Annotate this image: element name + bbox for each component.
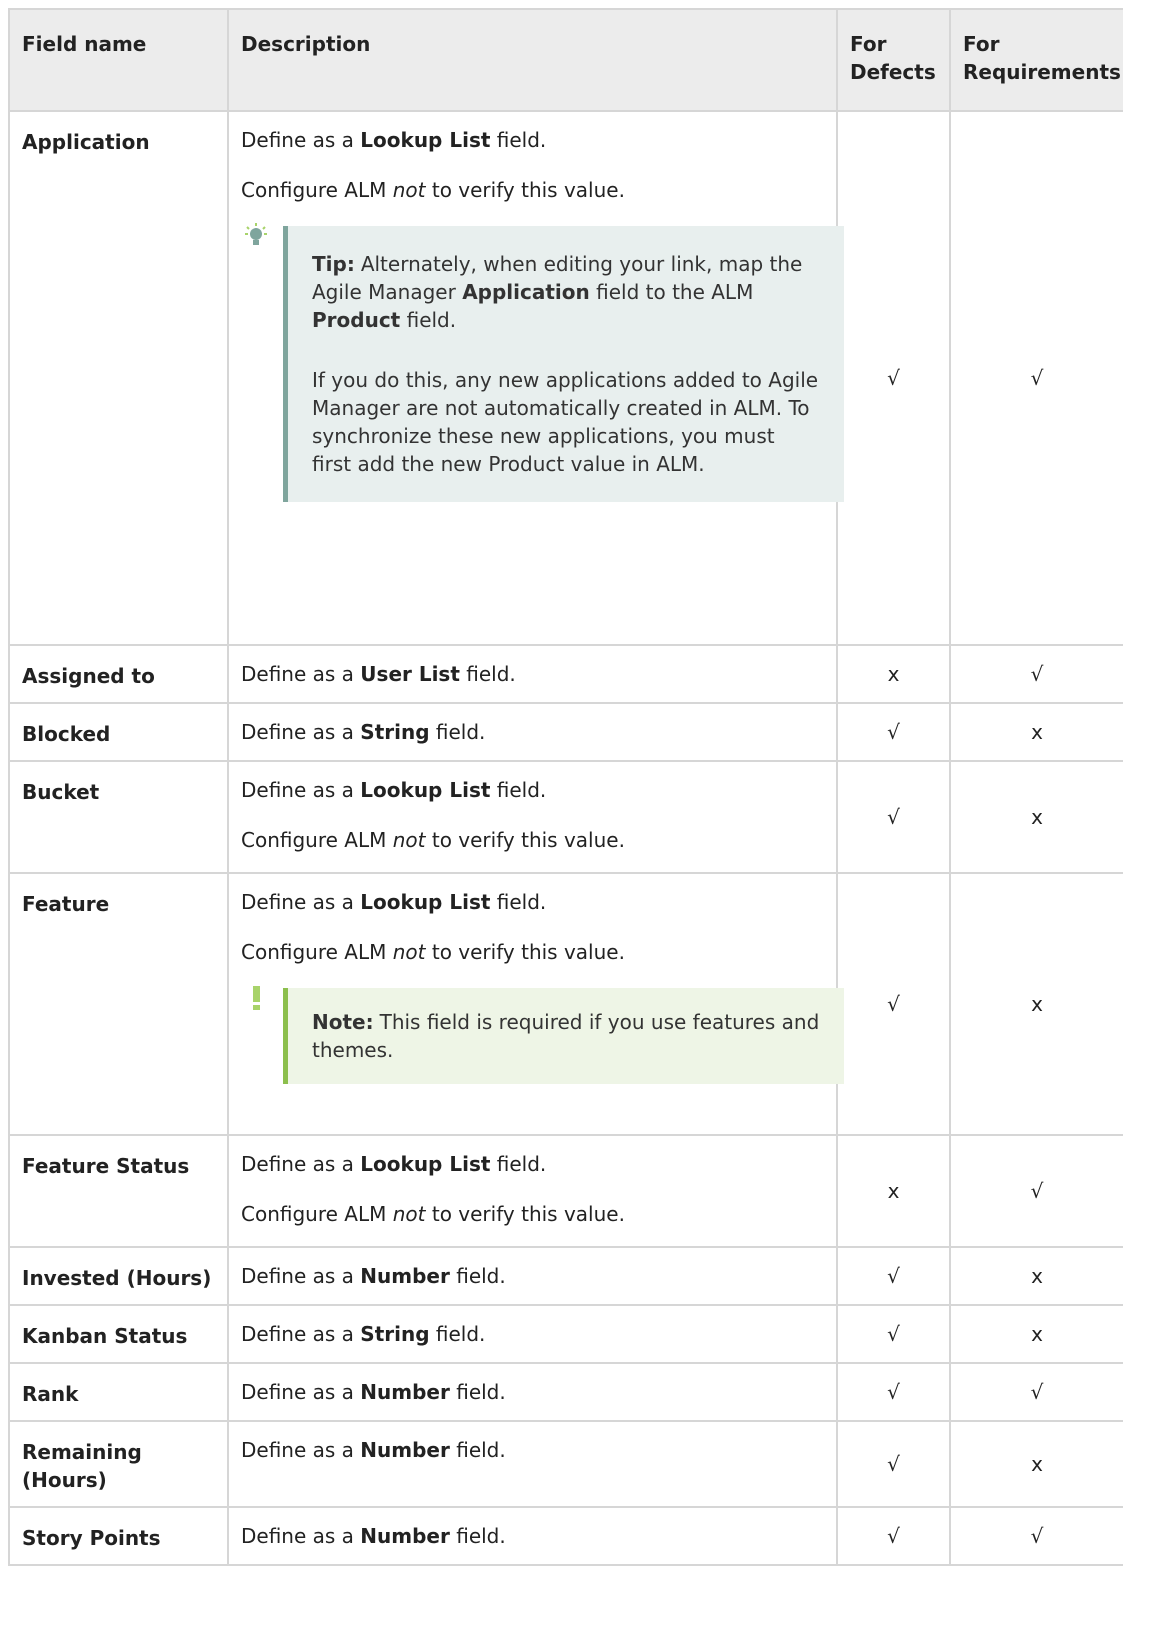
requirements-mark: x [949, 872, 1123, 1136]
note-callout: Note: This field is required if you use f… [253, 986, 844, 1084]
description-line: Define as a Lookup List field. [241, 890, 547, 914]
description-line: Configure ALM not to verify this value. [241, 828, 625, 852]
requirements-mark: √ [949, 110, 1123, 646]
header-for-defects: For Defects [836, 8, 951, 112]
exclamation-icon [253, 986, 260, 1010]
requirements-mark: √ [949, 1362, 1123, 1422]
requirements-mark: x [949, 1304, 1123, 1364]
field-name-cell: Rank [8, 1362, 229, 1422]
defects-mark: √ [836, 872, 951, 1136]
description-line: Configure ALM not to verify this value. [241, 940, 625, 964]
defects-mark: √ [836, 702, 951, 762]
field-mapping-table-container: Field name Description For Defects For R… [8, 8, 1123, 1566]
table-row: Rank Define as a Number field. √ √ [8, 1362, 1123, 1422]
description-cell: Define as a String field. [227, 702, 838, 762]
defects-mark: √ [836, 1420, 951, 1508]
description-cell: Define as a Number field. [227, 1420, 838, 1508]
lightbulb-icon [245, 223, 267, 245]
field-name-cell: Remaining (Hours) [8, 1420, 229, 1508]
requirements-mark: √ [949, 644, 1123, 704]
description-line: Define as a Number field. [241, 1438, 506, 1462]
description-line: Define as a String field. [241, 1322, 486, 1346]
field-name-cell: Feature [8, 872, 229, 1136]
description-line: Define as a User List field. [241, 662, 516, 686]
field-mapping-table: Field name Description For Defects For R… [8, 8, 1123, 1566]
table-row: Assigned to Define as a User List field.… [8, 644, 1123, 704]
table-row: Blocked Define as a String field. √ x [8, 702, 1123, 762]
description-line: Define as a Lookup List field. [241, 1152, 547, 1176]
field-name-cell: Kanban Status [8, 1304, 229, 1364]
defects-mark: x [836, 1134, 951, 1248]
header-for-requirements: For Requirements [949, 8, 1123, 112]
field-name-cell: Feature Status [8, 1134, 229, 1248]
table-row: Invested (Hours) Define as a Number fiel… [8, 1246, 1123, 1306]
field-name-cell: Invested (Hours) [8, 1246, 229, 1306]
defects-mark: √ [836, 110, 951, 646]
description-cell: Define as a Number field. [227, 1362, 838, 1422]
description-line: Define as a String field. [241, 720, 486, 744]
requirements-mark: x [949, 1420, 1123, 1508]
field-name-cell: Blocked [8, 702, 229, 762]
header-description: Description [227, 8, 838, 112]
table-row: Feature Define as a Lookup List field. C… [8, 872, 1123, 1136]
tip-callout: Tip: Alternately, when editing your link,… [245, 223, 844, 502]
description-cell: Define as a Number field. [227, 1246, 838, 1306]
description-cell: Define as a Lookup List field. Configure… [227, 760, 838, 874]
description-cell: Define as a Lookup List field. Configure… [227, 1134, 838, 1248]
description-cell: Define as a Number field. [227, 1506, 838, 1566]
description-line: Define as a Number field. [241, 1264, 506, 1288]
defects-mark: x [836, 644, 951, 704]
defects-mark: √ [836, 1246, 951, 1306]
defects-mark: √ [836, 1506, 951, 1566]
table-row: Feature Status Define as a Lookup List f… [8, 1134, 1123, 1248]
description-cell: Define as a String field. [227, 1304, 838, 1364]
defects-mark: √ [836, 1362, 951, 1422]
requirements-mark: x [949, 702, 1123, 762]
table-header-row: Field name Description For Defects For R… [8, 8, 1123, 112]
requirements-mark: √ [949, 1134, 1123, 1248]
note-paragraph: Note: This field is required if you use f… [312, 1010, 820, 1062]
description-line: Configure ALM not to verify this value. [241, 178, 625, 202]
table-row: Bucket Define as a Lookup List field. Co… [8, 760, 1123, 874]
description-line: Define as a Number field. [241, 1380, 506, 1404]
description-cell: Define as a User List field. [227, 644, 838, 704]
requirements-mark: x [949, 1246, 1123, 1306]
requirements-mark: √ [949, 1506, 1123, 1566]
field-name-cell: Story Points [8, 1506, 229, 1566]
defects-mark: √ [836, 1304, 951, 1364]
defects-mark: √ [836, 760, 951, 874]
description-line: Define as a Lookup List field. [241, 128, 547, 152]
description-line: Define as a Lookup List field. [241, 778, 547, 802]
tip-paragraph: Tip: Alternately, when editing your link,… [312, 252, 803, 332]
table-row: Kanban Status Define as a String field. … [8, 1304, 1123, 1364]
description-cell: Define as a Lookup List field. Configure… [227, 110, 844, 646]
header-field-name: Field name [8, 8, 229, 112]
description-line: Configure ALM not to verify this value. [241, 1202, 625, 1226]
field-name-cell: Assigned to [8, 644, 229, 704]
field-name-cell: Bucket [8, 760, 229, 874]
description-cell: Define as a Lookup List field. Configure… [227, 872, 844, 1136]
tip-paragraph: If you do this, any new applications add… [312, 368, 819, 476]
requirements-mark: x [949, 760, 1123, 874]
field-name-cell: Application [8, 110, 229, 646]
description-line: Define as a Number field. [241, 1524, 506, 1548]
table-row: Remaining (Hours) Define as a Number fie… [8, 1420, 1123, 1508]
table-row: Application Define as a Lookup List fiel… [8, 110, 1123, 646]
table-row: Story Points Define as a Number field. √… [8, 1506, 1123, 1566]
